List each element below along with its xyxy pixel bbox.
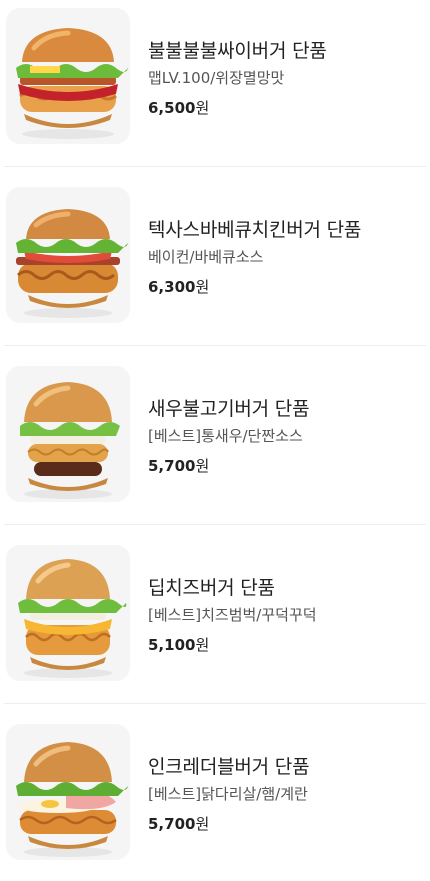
burger-image: [6, 545, 130, 681]
price-value: 5,100: [148, 636, 196, 654]
burger-image: [6, 187, 130, 323]
burger-image: [6, 366, 130, 502]
price-unit: 원: [195, 457, 210, 475]
item-description: [베스트]닭다리살/햄/계란: [148, 785, 308, 803]
price-unit: 원: [195, 815, 210, 833]
menu-item-texas-bbq-chicken-burger[interactable]: 텍사스바베큐치킨버거 단품 베이컨/바베큐소스 6,300원: [0, 179, 430, 344]
burger-image: [6, 724, 130, 860]
menu-item-deep-cheese-burger[interactable]: 딥치즈버거 단품 [베스트]치즈범벅/꾸덕꾸덕 5,100원: [0, 537, 430, 702]
item-price: 5,700원: [148, 455, 209, 476]
item-name: 불불불불싸이버거 단품: [148, 40, 327, 62]
price-value: 5,700: [148, 815, 196, 833]
menu-item-bulbul-ssai-burger[interactable]: 불불불불싸이버거 단품 맵LV.100/위장멸망맛 6,500원: [0, 0, 430, 165]
price-value: 6,500: [148, 99, 196, 117]
menu-item-shrimp-bulgogi-burger[interactable]: 새우불고기버거 단품 [베스트]통새우/단짠소스 5,700원: [0, 358, 430, 523]
divider: [4, 166, 426, 167]
item-name: 딥치즈버거 단품: [148, 577, 275, 599]
menu-list: 불불불불싸이버거 단품 맵LV.100/위장멸망맛 6,500원 텍사스바베큐치…: [0, 0, 430, 877]
price-unit: 원: [195, 99, 210, 117]
item-description: [베스트]치즈범벅/꾸덕꾸덕: [148, 606, 317, 624]
price-unit: 원: [195, 636, 210, 654]
divider: [4, 345, 426, 346]
item-price: 5,700원: [148, 813, 209, 834]
item-name: 새우불고기버거 단품: [148, 398, 310, 420]
price-value: 6,300: [148, 278, 196, 296]
item-price: 5,100원: [148, 634, 209, 655]
menu-item-incredible-burger[interactable]: 인크레더블버거 단품 [베스트]닭다리살/햄/계란 5,700원: [0, 716, 430, 881]
item-name: 인크레더블버거 단품: [148, 756, 310, 778]
price-value: 5,700: [148, 457, 196, 475]
item-description: [베스트]통새우/단짠소스: [148, 427, 303, 445]
item-price: 6,500원: [148, 97, 209, 118]
divider: [4, 703, 426, 704]
divider: [4, 524, 426, 525]
price-unit: 원: [195, 278, 210, 296]
item-name: 텍사스바베큐치킨버거 단품: [148, 219, 362, 241]
item-description: 맵LV.100/위장멸망맛: [148, 69, 285, 87]
burger-image: [6, 8, 130, 144]
item-price: 6,300원: [148, 276, 209, 297]
item-description: 베이컨/바베큐소스: [148, 248, 264, 266]
